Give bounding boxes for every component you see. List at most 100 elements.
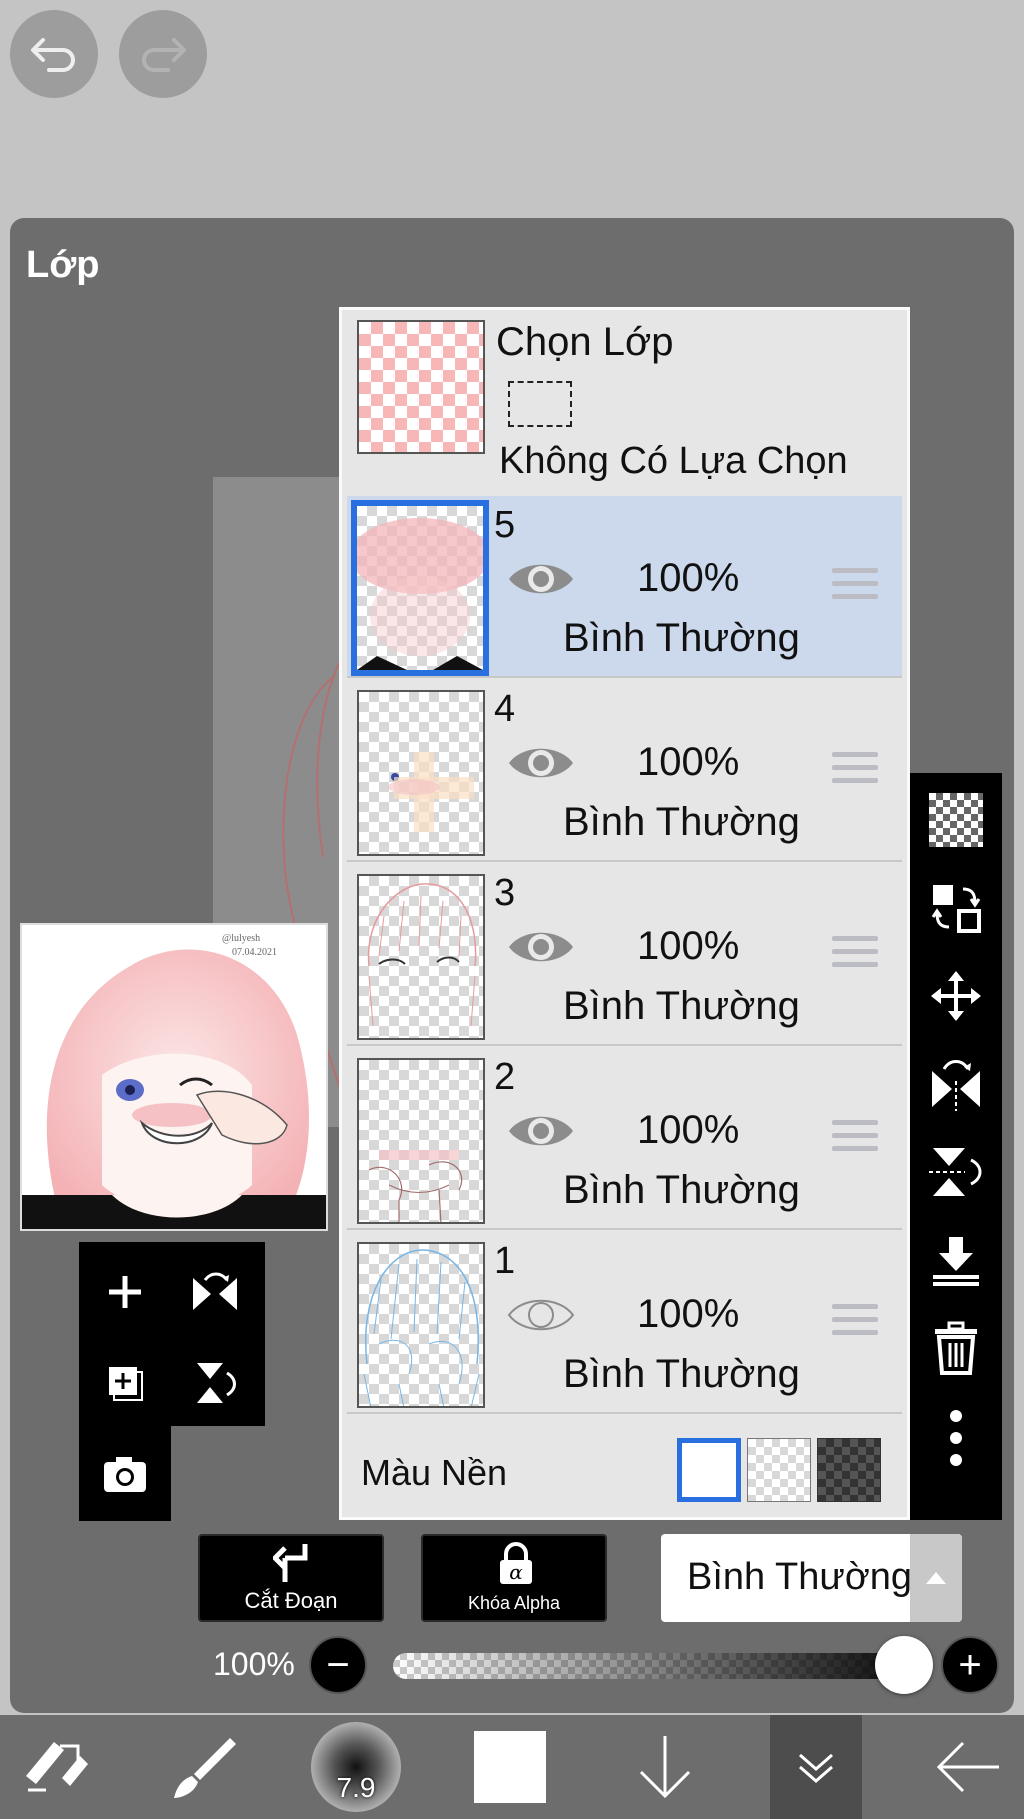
flip-vertical-icon	[197, 1363, 236, 1403]
delete-layer-button[interactable]	[921, 1313, 991, 1383]
arrow-down-icon	[639, 1736, 691, 1799]
layer-number: 4	[494, 688, 516, 730]
background-color-label: Màu Nền	[361, 1452, 508, 1493]
blend-mode-value: Bình Thường	[687, 1556, 913, 1598]
arrow-left-icon	[936, 1741, 999, 1793]
more-options-button[interactable]	[921, 1403, 991, 1473]
bottom-toolbar: 7.9	[0, 1715, 1024, 1819]
layer-thumbnail	[351, 500, 489, 676]
move-layer-button[interactable]	[921, 961, 991, 1031]
merge-down-button[interactable]	[921, 1225, 991, 1295]
transform-tool-button[interactable]	[10, 1715, 100, 1819]
brush-size-preview: 7.9	[311, 1722, 401, 1812]
layer-number: 1	[494, 1240, 516, 1282]
layer-thumbnail	[357, 690, 485, 856]
brush-tool-button[interactable]	[160, 1715, 250, 1819]
opacity-decrease-button[interactable]: −	[309, 1636, 367, 1694]
selection-layer-status: Không Có Lựa Chọn	[499, 440, 848, 482]
back-button[interactable]	[920, 1715, 1016, 1819]
clipping-button[interactable]: Cắt Đoạn	[198, 1534, 384, 1622]
flip-horizontal-layer-button[interactable]	[921, 1049, 991, 1119]
plus-icon: +	[958, 1643, 982, 1687]
drag-handle-icon[interactable]	[832, 936, 878, 972]
visibility-eye-icon[interactable]	[507, 556, 575, 602]
right-layer-toolbar	[910, 773, 1002, 1520]
flip-vertical-button[interactable]	[175, 1343, 255, 1423]
add-copy-layer-button[interactable]	[85, 1343, 165, 1423]
clipping-arrow-icon	[273, 1544, 308, 1582]
color-button[interactable]	[470, 1715, 550, 1819]
visibility-eye-icon[interactable]	[507, 924, 575, 970]
merge-down-icon	[933, 1237, 979, 1286]
brush-icon	[174, 1738, 236, 1798]
layer-row-5[interactable]: 5 100% Bình Thường	[347, 496, 902, 678]
move-icon	[931, 971, 981, 1021]
layer-blend-mode: Bình Thường	[563, 1168, 800, 1212]
flip-horizontal-icon	[932, 1060, 980, 1111]
more-vertical-icon	[950, 1410, 962, 1466]
undo-icon	[31, 38, 75, 72]
swap-layer-button[interactable]	[921, 873, 991, 943]
layer-opacity: 100%	[637, 1108, 740, 1152]
chevron-up-icon	[910, 1534, 962, 1622]
selection-layer-row[interactable]: Chọn Lớp Không Có Lựa Chọn	[347, 310, 902, 492]
flip-horizontal-button[interactable]	[175, 1252, 255, 1332]
opacity-increase-button[interactable]: +	[941, 1636, 999, 1694]
panel-title: Lớp	[26, 244, 100, 286]
visibility-eye-icon[interactable]	[507, 740, 575, 786]
bg-swatch-transparent[interactable]	[747, 1438, 811, 1502]
layer-list: Chọn Lớp Không Có Lựa Chọn 5 100% Bình T…	[339, 307, 910, 1520]
import-photo-button[interactable]	[85, 1434, 165, 1514]
layer-opacity: 100%	[637, 1292, 740, 1336]
layer-number: 3	[494, 872, 516, 914]
drag-handle-icon[interactable]	[832, 1120, 878, 1156]
plus-icon	[109, 1276, 141, 1308]
flip-vertical-icon	[929, 1148, 982, 1196]
blend-mode-select[interactable]: Bình Thường	[661, 1534, 962, 1622]
undo-button[interactable]	[10, 10, 98, 98]
canvas-preview[interactable]: @lulyesh 07.04.2021	[20, 923, 328, 1231]
drag-handle-icon[interactable]	[832, 1304, 878, 1340]
layer-row-2[interactable]: 2 100% Bình Thường	[347, 1048, 902, 1230]
drag-handle-icon[interactable]	[832, 752, 878, 788]
bg-swatch-dark[interactable]	[817, 1438, 881, 1502]
layer-blend-mode: Bình Thường	[563, 616, 800, 660]
layer-blend-mode: Bình Thường	[563, 984, 800, 1028]
duplicate-layer-icon	[109, 1367, 143, 1401]
preview-watermark-line2: 07.04.2021	[232, 947, 277, 958]
camera-icon	[104, 1457, 146, 1492]
bg-swatch-white[interactable]	[677, 1438, 741, 1502]
trash-icon	[935, 1321, 977, 1375]
selection-layer-thumbnail	[357, 320, 485, 454]
alpha-lock-button[interactable]: α Khóa Alpha	[421, 1534, 607, 1622]
drag-handle-icon[interactable]	[832, 568, 878, 604]
redo-button[interactable]	[119, 10, 207, 98]
layer-panel: Lớp @lulyesh 07.04.2021 Chọn Lớp Không C…	[10, 218, 1014, 1713]
opacity-slider-track[interactable]	[393, 1653, 933, 1679]
add-layer-button[interactable]	[85, 1252, 165, 1332]
alpha-lock-icon: α	[500, 1542, 532, 1584]
visibility-eye-icon[interactable]	[507, 1108, 575, 1154]
clipping-label: Cắt Đoạn	[244, 1588, 338, 1613]
layer-thumbnail	[357, 1058, 485, 1224]
background-color-row: Màu Nền	[347, 1428, 902, 1514]
preview-watermark-line1: @lulyesh	[222, 933, 260, 944]
download-button[interactable]	[620, 1715, 710, 1819]
layer-thumbnail	[357, 1242, 485, 1408]
layer-row-1[interactable]: 1 100% Bình Thường	[347, 1232, 902, 1414]
visibility-eye-off-icon[interactable]	[507, 1292, 575, 1338]
opacity-slider-thumb[interactable]	[875, 1636, 933, 1694]
alpha-lock-label: Khóa Alpha	[467, 1593, 561, 1613]
layer-row-3[interactable]: 3 100% Bình Thường	[347, 864, 902, 1046]
checkerboard-icon	[929, 793, 983, 847]
transparent-layer-button[interactable]	[921, 785, 991, 855]
brush-size-button[interactable]: 7.9	[310, 1715, 402, 1819]
layer-row-4[interactable]: 4 100% Bình Thường	[347, 680, 902, 862]
flip-horizontal-icon	[193, 1272, 237, 1310]
selection-layer-title: Chọn Lớp	[496, 320, 674, 364]
flip-vertical-layer-button[interactable]	[921, 1137, 991, 1207]
opacity-label: 100%	[213, 1646, 295, 1682]
double-chevron-down-icon	[799, 1753, 833, 1783]
current-color-swatch	[474, 1731, 546, 1803]
layers-panel-toggle[interactable]	[770, 1715, 862, 1819]
